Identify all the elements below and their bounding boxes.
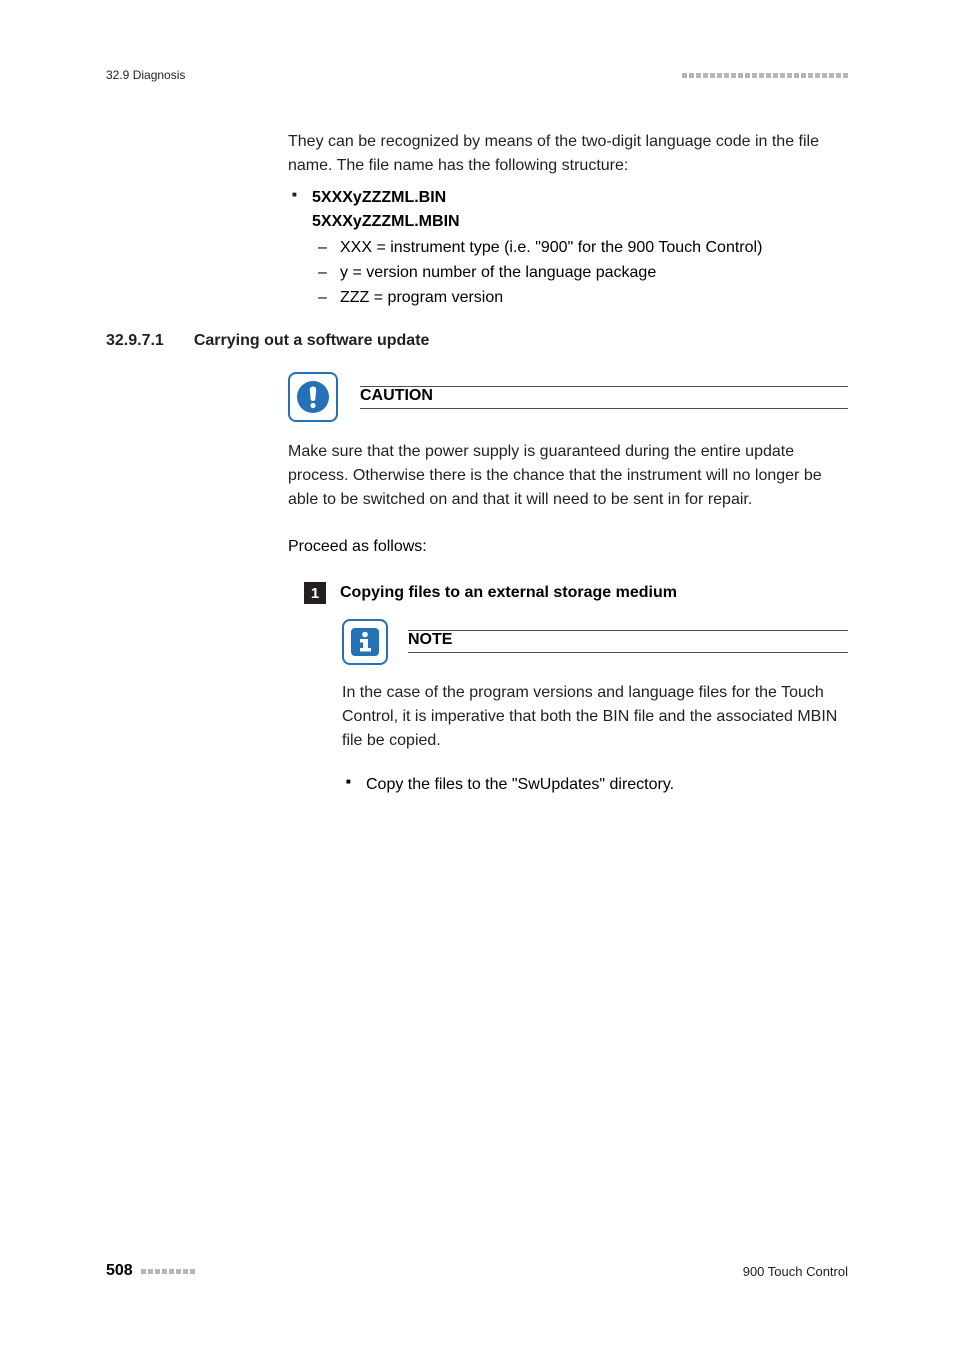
page-footer: 508 900 Touch Control [106, 1262, 848, 1280]
section-heading: 32.9.7.1 Carrying out a software update [106, 332, 848, 350]
note-header: NOTE [342, 619, 848, 665]
pattern-zzz: ZZZ = program version [312, 286, 848, 311]
file-pattern-mbin: 5XXXyZZZML.MBIN [312, 210, 848, 234]
caution-header: CAUTION [288, 372, 848, 422]
page-number: 508 [106, 1262, 133, 1280]
caution-body: Make sure that the power supply is guara… [288, 440, 848, 512]
header-section-label: 32.9 Diagnosis [106, 68, 185, 82]
copy-instruction-list: Copy the files to the "SwUpdates" direct… [342, 773, 848, 797]
caution-callout: CAUTION Make sure that the power supply … [288, 372, 848, 512]
section-number: 32.9.7.1 [106, 332, 164, 350]
footer-decoration [141, 1269, 195, 1274]
file-structure-item: 5XXXyZZZML.BIN 5XXXyZZZML.MBIN XXX = ins… [288, 186, 848, 310]
caution-label: CAUTION [360, 387, 848, 408]
intro-block: They can be recognized by means of the t… [288, 130, 848, 310]
step-1: 1 Copying files to an external storage m… [304, 582, 848, 604]
note-body: In the case of the program versions and … [342, 681, 848, 753]
file-pattern-sublist: XXX = instrument type (i.e. "900" for th… [312, 236, 848, 310]
footer-doc-name: 900 Touch Control [743, 1264, 848, 1279]
caution-icon [288, 372, 338, 422]
copy-instruction: Copy the files to the "SwUpdates" direct… [342, 773, 848, 797]
header-decoration [682, 73, 848, 78]
note-callout: NOTE In the case of the program versions… [342, 619, 848, 753]
file-structure-list: 5XXXyZZZML.BIN 5XXXyZZZML.MBIN XXX = ins… [288, 186, 848, 310]
section-title: Carrying out a software update [194, 332, 430, 350]
intro-paragraph: They can be recognized by means of the t… [288, 130, 848, 178]
step-1-number: 1 [304, 582, 326, 604]
pattern-y: y = version number of the language packa… [312, 261, 848, 286]
page-header: 32.9 Diagnosis [106, 68, 848, 82]
note-icon [342, 619, 388, 665]
file-pattern-bin: 5XXXyZZZML.BIN [312, 186, 848, 210]
note-label: NOTE [408, 631, 848, 652]
proceed-text: Proceed as follows: [288, 538, 848, 556]
step-1-title: Copying files to an external storage med… [340, 582, 677, 604]
pattern-xxx: XXX = instrument type (i.e. "900" for th… [312, 236, 848, 261]
